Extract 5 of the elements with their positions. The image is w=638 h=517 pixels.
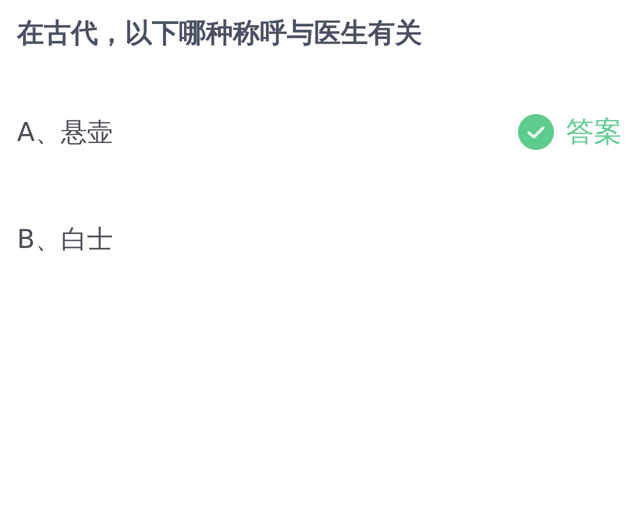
option-text[interactable]: B、白士 bbox=[17, 222, 113, 256]
option-text[interactable]: A、悬壶 bbox=[17, 114, 113, 150]
check-icon bbox=[518, 114, 554, 150]
question-text: 在古代，以下哪种称呼与医生有关 bbox=[17, 17, 423, 51]
answer-label: 答案 bbox=[566, 114, 622, 150]
